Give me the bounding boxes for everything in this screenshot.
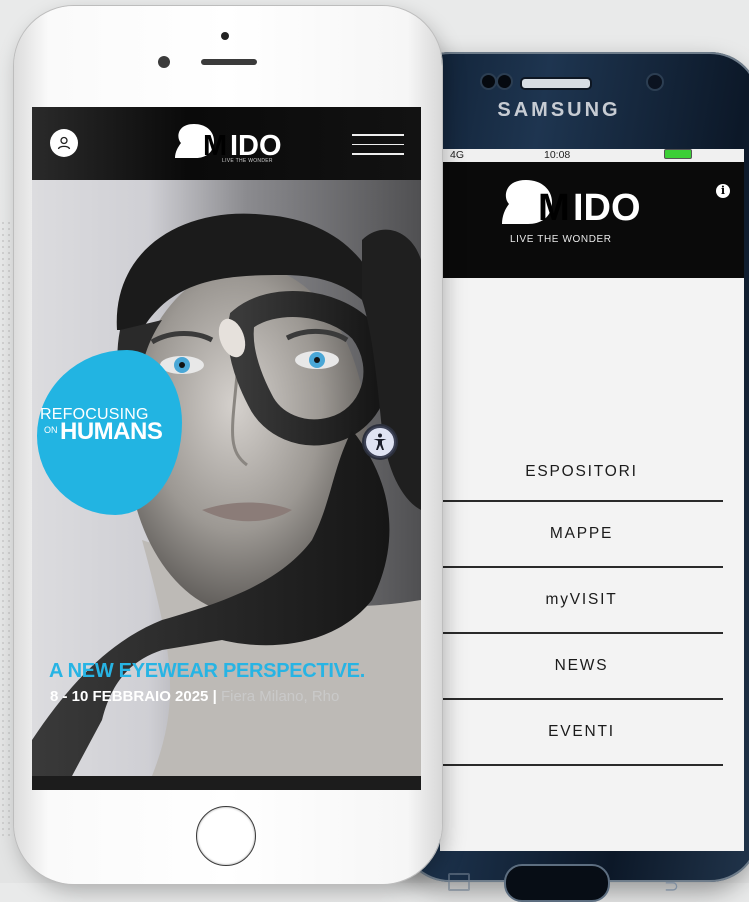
menu-item-myvisit[interactable]: myVISIT <box>440 568 723 634</box>
earpiece-speaker <box>201 59 257 65</box>
user-icon-glyph <box>57 136 71 150</box>
site-header: M IDO LIVE THE WONDER <box>32 107 421 180</box>
network-indicator: 4G <box>450 149 465 161</box>
app-header: M IDO LIVE THE WONDER i <box>440 162 744 278</box>
hamburger-icon[interactable] <box>352 134 404 163</box>
svg-text:IDO: IDO <box>573 187 640 228</box>
samsung-phone: SAMSUNG 4G 10:08 ✱ 94% M IDO LIVE THE WO… <box>400 52 749 902</box>
front-camera <box>221 32 229 40</box>
humans-text: HUMANS <box>60 418 163 445</box>
samsung-home-button[interactable] <box>504 864 610 902</box>
screen-bottom-bar <box>32 776 421 790</box>
proximity-sensor <box>480 73 497 90</box>
hero-banner: REFOCUSING ON HUMANS A NEW EYEWEAR PERSP… <box>32 180 421 776</box>
iphone-screen: M IDO LIVE THE WONDER REFOCUSING ON HUMA… <box>32 107 421 790</box>
recent-apps-icon[interactable] <box>448 873 470 891</box>
front-camera <box>646 73 664 91</box>
light-sensor <box>496 73 513 90</box>
mido-logo[interactable]: M IDO <box>500 176 641 233</box>
tagline: LIVE THE WONDER <box>222 158 273 164</box>
samsung-screen: 4G 10:08 ✱ 94% M IDO LIVE THE WONDER i E… <box>440 149 744 851</box>
event-date-range: 8 - 10 FEBBRAIO 2025 <box>50 688 209 705</box>
proximity-sensor <box>158 56 170 68</box>
status-time: 10:08 <box>544 149 571 161</box>
menu-item-mappe[interactable]: MAPPE <box>440 502 723 568</box>
hero-headline: A NEW EYEWEAR PERSPECTIVE. <box>49 660 365 682</box>
mido-logo-mark: M IDO <box>175 124 282 162</box>
menu-item-eventi[interactable]: EVENTI <box>440 700 723 766</box>
battery-icon <box>664 149 692 159</box>
svg-text:IDO: IDO <box>230 130 282 161</box>
event-dates: 8 - 10 FEBBRAIO 2025 | Fiera Milano, Rho <box>50 688 339 705</box>
iphone-home-button[interactable] <box>196 806 256 866</box>
status-bar: 4G 10:08 ✱ 94% <box>440 149 744 162</box>
accessibility-figure <box>373 433 387 450</box>
samsung-brand: SAMSUNG <box>497 99 621 121</box>
iphone: M IDO LIVE THE WONDER REFOCUSING ON HUMA… <box>14 6 442 884</box>
date-separator: | <box>212 688 217 705</box>
info-icon[interactable]: i <box>716 184 730 198</box>
svg-text:M: M <box>538 187 570 228</box>
accessibility-icon-inner <box>364 426 396 458</box>
accessibility-icon[interactable] <box>362 424 398 460</box>
earpiece-speaker <box>520 77 592 90</box>
on-text: ON <box>44 425 58 435</box>
mido-logo-mark: M IDO <box>502 180 641 229</box>
svg-text:M: M <box>203 130 227 161</box>
main-menu: ESPOSITORI MAPPE myVISIT NEWS EVENTI <box>440 443 723 766</box>
tagline: LIVE THE WONDER <box>510 234 612 245</box>
event-location: Fiera Milano, Rho <box>220 688 340 705</box>
user-icon[interactable] <box>50 129 78 157</box>
menu-item-espositori[interactable]: ESPOSITORI <box>440 443 723 502</box>
menu-item-news[interactable]: NEWS <box>440 634 723 700</box>
back-icon[interactable]: ⊃ <box>664 876 679 897</box>
